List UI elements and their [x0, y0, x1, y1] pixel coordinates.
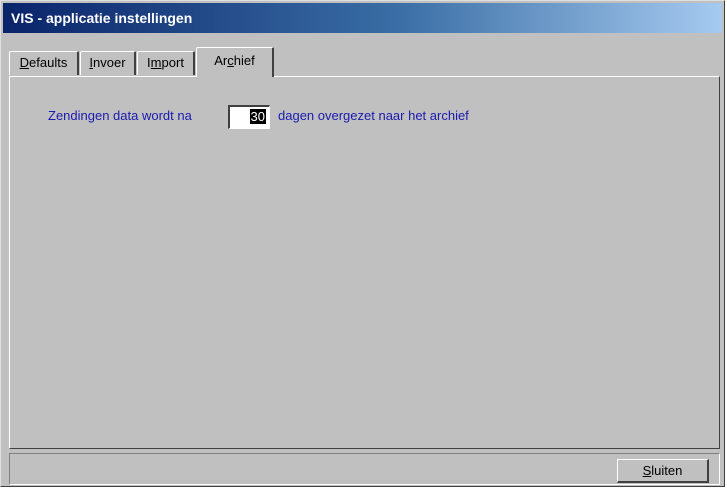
title-bar: VIS - applicatie instellingen	[3, 3, 722, 33]
tab-invoer[interactable]: Invoer	[80, 51, 136, 75]
tab-import[interactable]: Import	[137, 51, 195, 75]
archive-days-input[interactable]: 30	[228, 105, 270, 129]
archive-label-after: dagen overgezet naar het archief	[278, 108, 469, 123]
archive-label-before: Zendingen data wordt na	[48, 108, 192, 123]
archive-days-value: 30	[249, 109, 266, 124]
tab-defaults[interactable]: Defaults	[9, 51, 79, 75]
tab-page-archief: Zendingen data wordt na 30 dagen overgez…	[9, 76, 720, 449]
settings-window: VIS - applicatie instellingen Defaults I…	[0, 0, 725, 487]
tab-archief[interactable]: Archief	[196, 47, 274, 77]
close-button[interactable]: Sluiten	[617, 459, 709, 483]
window-title: VIS - applicatie instellingen	[11, 10, 193, 26]
footer-bar: Sluiten	[9, 453, 720, 485]
